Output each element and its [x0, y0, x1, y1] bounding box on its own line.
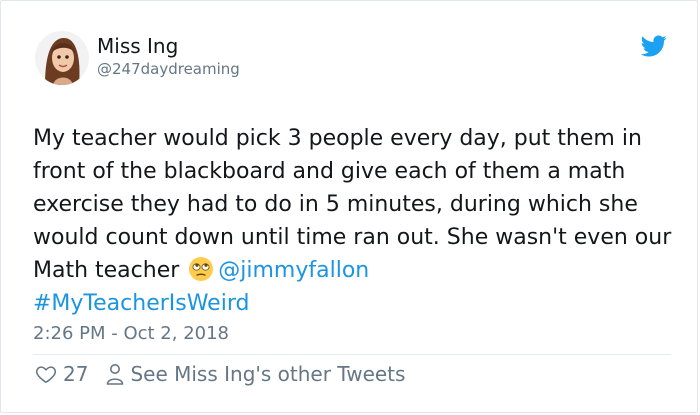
user-handle[interactable]: @247daydreaming [97, 60, 240, 78]
person-icon[interactable] [106, 363, 124, 385]
mention-link[interactable]: @jimmyfallon [218, 258, 369, 283]
twitter-bird-icon[interactable] [640, 33, 667, 59]
heart-icon[interactable] [35, 363, 57, 385]
tweet-card: Miss Ing @247daydreaming My teacher woul… [0, 0, 698, 413]
avatar[interactable] [35, 31, 89, 85]
like-count[interactable]: 27 [63, 362, 88, 386]
avatar-image [35, 31, 89, 85]
tweet-timestamp[interactable]: 2:26 PM - Oct 2, 2018 [33, 323, 229, 344]
hashtag-link[interactable]: #MyTeacherIsWeird [33, 291, 249, 316]
see-other-tweets-link[interactable]: See Miss Ing's other Tweets [130, 362, 405, 386]
eye-roll-emoji-icon [188, 256, 214, 282]
display-name[interactable]: Miss Ing [97, 34, 178, 58]
tweet-text: My teacher would pick 3 people every day… [33, 122, 673, 320]
tweet-actions: 27 See Miss Ing's other Tweets [35, 361, 405, 387]
divider [33, 354, 671, 355]
